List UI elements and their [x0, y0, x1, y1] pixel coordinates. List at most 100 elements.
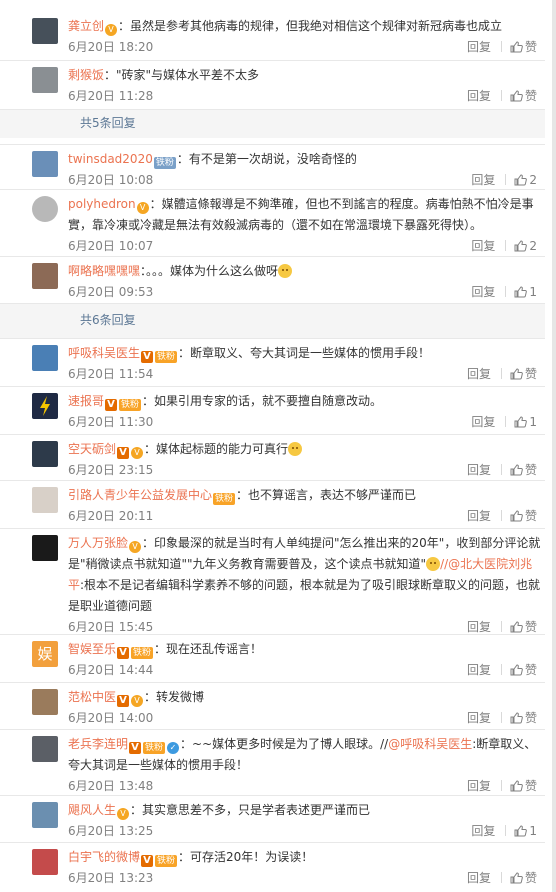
reply-button[interactable]: 回复 — [467, 506, 491, 527]
avatar[interactable]: 娱 — [32, 641, 58, 667]
like-button[interactable]: 1 — [514, 282, 537, 303]
username-link[interactable]: 老兵李连明 — [68, 737, 128, 751]
like-button[interactable]: 1 — [514, 821, 537, 842]
avatar[interactable] — [32, 151, 58, 177]
verified-v-icon[interactable]: V — [117, 447, 130, 459]
reply-button[interactable]: 回复 — [471, 412, 495, 433]
member-badge-icon[interactable]: V — [131, 447, 144, 459]
comment-text: 空天砺剑 V V ：媒体起标题的能力可真行 — [68, 439, 545, 460]
fan-level-badge-icon[interactable]: 铁粉 — [153, 157, 176, 169]
member-badge-icon[interactable]: V — [105, 24, 118, 36]
avatar[interactable] — [32, 802, 58, 828]
comment-item: 啊略略嘿嘿嘿：。。。媒体为什么这么做呀 6月20日 09:53 回复 1 — [0, 256, 545, 302]
username-link[interactable]: polyhedron — [68, 197, 136, 211]
fan-level-badge-icon[interactable]: 铁粉 — [213, 493, 236, 505]
like-button[interactable]: 赞 — [510, 868, 537, 889]
comment-body: ：媒体起标题的能力可真行 — [144, 442, 289, 456]
avatar[interactable] — [32, 345, 58, 371]
username-link[interactable]: 速报哥 — [68, 394, 104, 408]
comment-meta: 6月20日 11:30 回复 1 — [68, 412, 545, 433]
fan-level-badge-icon[interactable]: 铁粉 — [131, 647, 154, 659]
verified-v-icon[interactable]: V — [105, 399, 118, 411]
reply-button[interactable]: 回复 — [471, 282, 495, 303]
reply-button[interactable]: 回复 — [467, 868, 491, 889]
like-button[interactable]: 赞 — [510, 364, 537, 385]
username-link[interactable]: 呼吸科吴医生 — [68, 346, 140, 360]
mention-link[interactable]: @呼吸科吴医生 — [388, 737, 472, 751]
like-button[interactable]: 赞 — [510, 776, 537, 797]
reply-button[interactable]: 回复 — [471, 170, 495, 191]
username-link[interactable]: 龚立创 — [68, 19, 104, 33]
thumbs-up-icon — [514, 174, 528, 186]
username-link[interactable]: 智娱至乐 — [68, 642, 116, 656]
comment-body: ：转发微博 — [144, 690, 205, 704]
username-link[interactable]: 引路人青少年公益发展中心 — [68, 488, 212, 502]
member-badge-icon[interactable]: V — [117, 808, 130, 820]
username-link[interactable]: 空天砺剑 — [68, 442, 116, 456]
scrollbar[interactable] — [552, 0, 556, 892]
verified-v-icon[interactable]: V — [141, 351, 154, 363]
username-link[interactable]: 白宇飞的微博 — [68, 850, 140, 864]
comment-meta: 6月20日 23:15 回复赞 — [68, 460, 545, 481]
verified-v-icon[interactable]: V — [141, 855, 154, 867]
comment-body: ：断章取义、夸大其词是一些媒体的惯用手段！ — [178, 346, 431, 360]
verified-v-icon[interactable]: V — [117, 695, 130, 707]
username-link[interactable]: 啊略略嘿嘿嘿 — [68, 264, 140, 278]
timestamp: 6月20日 14:44 — [68, 663, 154, 677]
like-button[interactable]: 2 — [514, 170, 537, 191]
more-replies-link[interactable]: 共5条回复 — [80, 113, 556, 133]
avatar[interactable] — [32, 441, 58, 467]
comment-meta: 6月20日 13:23 回复赞 — [68, 868, 545, 889]
avatar[interactable] — [32, 263, 58, 289]
avatar[interactable] — [32, 487, 58, 513]
verified-v-icon[interactable]: V — [117, 647, 130, 659]
verified-v-icon[interactable]: V — [129, 742, 142, 754]
like-button[interactable]: 1 — [514, 412, 537, 433]
like-button[interactable]: 赞 — [510, 37, 537, 58]
avatar[interactable] — [32, 67, 58, 93]
username-link[interactable]: 范松中医 — [68, 690, 116, 704]
reply-button[interactable]: 回复 — [471, 821, 495, 842]
username-link[interactable]: 飓风人生 — [68, 803, 116, 817]
reply-button[interactable]: 回复 — [467, 86, 491, 107]
fan-level-badge-icon[interactable]: 铁粉 — [119, 399, 142, 411]
member-badge-icon[interactable]: V — [136, 202, 149, 214]
avatar[interactable] — [32, 393, 58, 419]
like-button[interactable]: 赞 — [510, 506, 537, 527]
comment-item: 万人万张脸 V ：印象最深的就是当时有人单纯提问"怎么推出来的20年"，收到部分评论… — [0, 528, 545, 634]
divider — [500, 664, 502, 675]
reply-button[interactable]: 回复 — [467, 364, 491, 385]
reply-button[interactable]: 回复 — [467, 660, 491, 681]
comment-actions: 回复赞 — [467, 506, 537, 527]
like-button[interactable]: 赞 — [510, 660, 537, 681]
reply-button[interactable]: 回复 — [467, 37, 491, 58]
username-link[interactable]: 万人万张脸 — [68, 536, 128, 550]
reply-button[interactable]: 回复 — [467, 776, 491, 797]
timestamp: 6月20日 11:30 — [68, 415, 154, 429]
thumbs-up-icon — [510, 368, 523, 380]
reply-button[interactable]: 回复 — [467, 708, 491, 729]
shield-badge-icon[interactable]: ✓ — [167, 742, 180, 754]
like-button[interactable]: 赞 — [510, 86, 537, 107]
like-button[interactable]: 2 — [514, 236, 537, 257]
avatar[interactable] — [32, 689, 58, 715]
avatar[interactable] — [32, 849, 58, 875]
fan-level-badge-icon[interactable]: 铁粉 — [155, 351, 178, 363]
fan-level-badge-icon[interactable]: 铁粉 — [143, 742, 166, 754]
avatar[interactable] — [32, 736, 58, 762]
avatar[interactable] — [32, 535, 58, 561]
avatar[interactable] — [32, 196, 58, 222]
reply-button[interactable]: 回复 — [471, 236, 495, 257]
like-button[interactable]: 赞 — [510, 708, 537, 729]
username-link[interactable]: twinsdad2020 — [68, 152, 153, 166]
member-badge-icon[interactable]: V — [131, 695, 144, 707]
comment-actions: 回复赞 — [467, 86, 537, 107]
more-replies-link[interactable]: 共6条回复 — [80, 310, 556, 330]
comment-body: ：有不是第一次胡说，没啥奇怪的 — [176, 152, 357, 166]
member-badge-icon[interactable]: V — [129, 541, 142, 553]
username-link[interactable]: 剩猴饭 — [68, 68, 104, 82]
reply-button[interactable]: 回复 — [467, 460, 491, 481]
avatar[interactable] — [32, 18, 58, 44]
fan-level-badge-icon[interactable]: 铁粉 — [155, 855, 178, 867]
like-button[interactable]: 赞 — [510, 460, 537, 481]
